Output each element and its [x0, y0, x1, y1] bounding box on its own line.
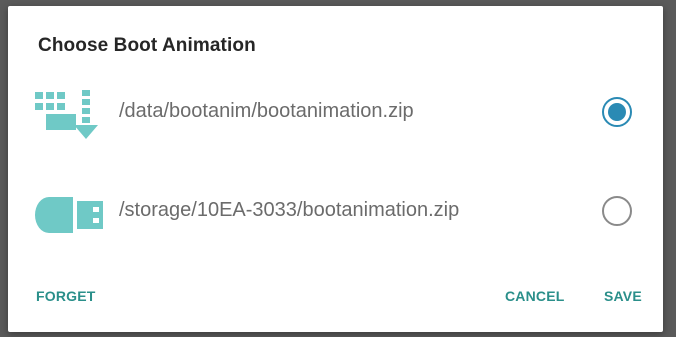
radio-unselected[interactable] [602, 196, 632, 226]
save-button[interactable]: SAVE [604, 288, 642, 304]
usb-drive-icon [35, 197, 103, 233]
option-internal-storage[interactable]: /data/bootanim/bootanimation.zip [8, 82, 663, 146]
option-path-label: /storage/10EA-3033/bootanimation.zip [119, 199, 460, 221]
cancel-button[interactable]: CANCEL [505, 288, 565, 304]
boot-animation-dialog: Choose Boot Animation /data/bootanim/boo… [8, 6, 663, 332]
option-path-label: /data/bootanim/bootanimation.zip [119, 100, 414, 122]
internal-storage-download-icon [35, 90, 98, 139]
dialog-title: Choose Boot Animation [38, 35, 256, 56]
forget-button[interactable]: FORGET [36, 288, 96, 304]
dialog-actions: FORGET CANCEL SAVE [8, 288, 663, 312]
radio-selected[interactable] [602, 97, 632, 127]
option-usb-storage[interactable]: /storage/10EA-3033/bootanimation.zip [8, 181, 663, 245]
radio-dot [608, 103, 626, 121]
